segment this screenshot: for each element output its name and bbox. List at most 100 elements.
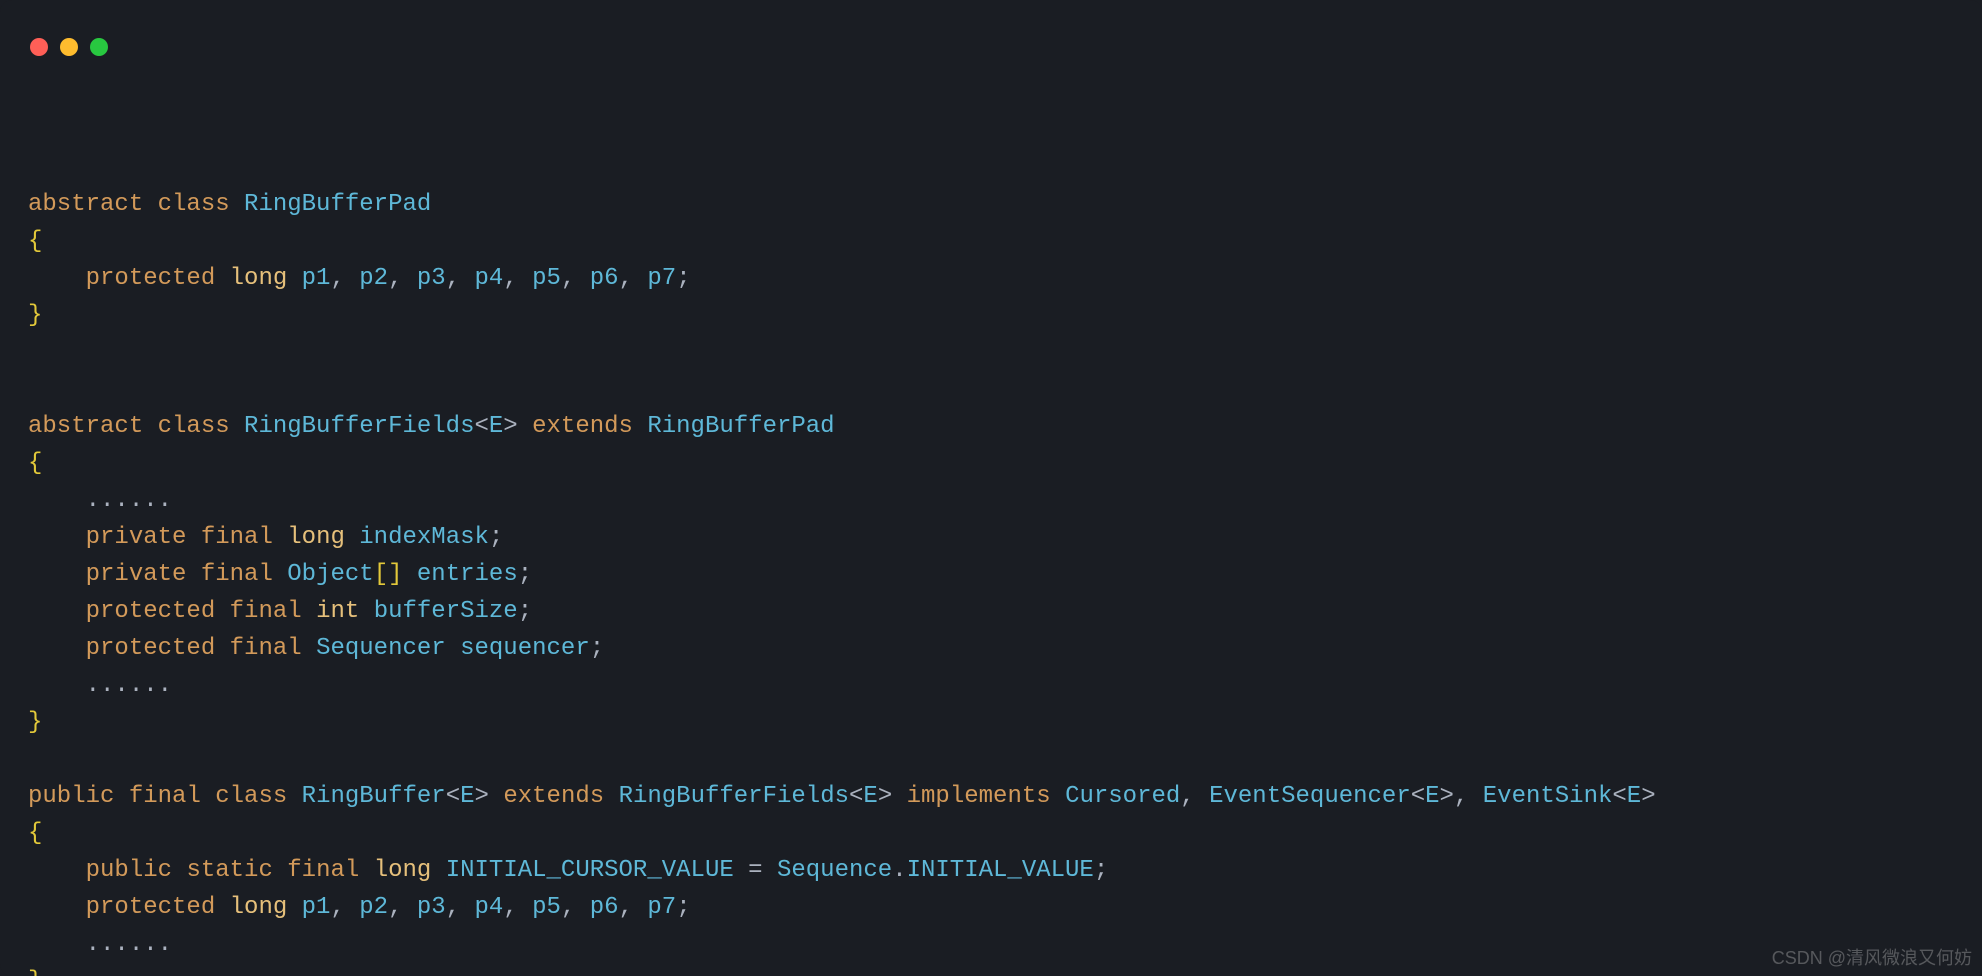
bracket-open: [ [374, 561, 388, 588]
code-line: private final Object[] entries; [28, 561, 532, 588]
maximize-icon[interactable] [90, 38, 108, 56]
code-line: protected final int bufferSize; [28, 598, 532, 625]
type-long: long [230, 894, 288, 921]
comma: , [330, 894, 344, 921]
code-line: private final long indexMask; [28, 524, 503, 551]
gt: > [1440, 783, 1454, 810]
generic-param: E [1425, 783, 1439, 810]
semicolon: ; [676, 894, 690, 921]
comma: , [561, 894, 575, 921]
var: p3 [417, 265, 446, 292]
code-line: protected final Sequencer sequencer; [28, 635, 604, 662]
kw-abstract: abstract [28, 413, 143, 440]
gt: > [878, 783, 892, 810]
lt: < [849, 783, 863, 810]
code-line: { [28, 450, 42, 477]
kw-private: private [86, 524, 187, 551]
var: indexMask [359, 524, 489, 551]
bracket-close: ] [388, 561, 402, 588]
lt: < [1612, 783, 1626, 810]
var: p3 [417, 894, 446, 921]
kw-class: class [215, 783, 287, 810]
kw-protected: protected [86, 635, 216, 662]
kw-private: private [86, 561, 187, 588]
comma: , [503, 894, 517, 921]
kw-final: final [230, 635, 302, 662]
class-name: RingBufferPad [647, 413, 834, 440]
minimize-icon[interactable] [60, 38, 78, 56]
kw-implements: implements [907, 783, 1051, 810]
type-int: int [316, 598, 359, 625]
kw-final: final [287, 857, 359, 884]
class-name: RingBufferPad [244, 191, 431, 218]
code-window: abstract class RingBufferPad { protected… [0, 0, 1982, 976]
type-long: long [374, 857, 432, 884]
ellipsis: ...... [86, 672, 172, 699]
code-editor[interactable]: abstract class RingBufferPad { protected… [0, 72, 1982, 976]
kw-extends: extends [532, 413, 633, 440]
kw-final: final [230, 598, 302, 625]
class-name: RingBufferFields [244, 413, 474, 440]
brace-close: } [28, 709, 42, 736]
code-line: abstract class RingBufferFields<E> exten… [28, 413, 835, 440]
comma: , [1454, 783, 1468, 810]
class-name: Sequencer [316, 635, 446, 662]
var: p6 [590, 894, 619, 921]
ellipsis: ...... [86, 931, 172, 958]
var: INITIAL_CURSOR_VALUE [446, 857, 734, 884]
assign-op: = [748, 857, 762, 884]
watermark: CSDN @清风微浪又何妨 [1772, 944, 1972, 970]
code-line: ...... [28, 931, 172, 958]
gt: > [503, 413, 517, 440]
var: p5 [532, 265, 561, 292]
code-line: } [28, 302, 42, 329]
class-name: EventSink [1483, 783, 1613, 810]
var: p4 [475, 894, 504, 921]
var: bufferSize [374, 598, 518, 625]
brace-close: } [28, 968, 42, 976]
semicolon: ; [518, 598, 532, 625]
var: p2 [359, 265, 388, 292]
close-icon[interactable] [30, 38, 48, 56]
comma: , [503, 265, 517, 292]
code-line: { [28, 820, 42, 847]
code-line: abstract class RingBufferPad [28, 191, 431, 218]
code-line: } [28, 709, 42, 736]
semicolon: ; [489, 524, 503, 551]
class-name: RingBuffer [302, 783, 446, 810]
kw-protected: protected [86, 894, 216, 921]
kw-static: static [186, 857, 272, 884]
var: p4 [475, 265, 504, 292]
gt: > [1641, 783, 1655, 810]
code-line: protected long p1, p2, p3, p4, p5, p6, p… [28, 894, 691, 921]
semicolon: ; [590, 635, 604, 662]
class-name: Object [287, 561, 373, 588]
generic-param: E [460, 783, 474, 810]
code-line: } [28, 968, 42, 976]
var: sequencer [460, 635, 590, 662]
class-name: RingBufferFields [619, 783, 849, 810]
comma: , [561, 265, 575, 292]
class-name: Cursored [1065, 783, 1180, 810]
code-line: public static final long INITIAL_CURSOR_… [28, 857, 1108, 884]
semicolon: ; [518, 561, 532, 588]
generic-param: E [489, 413, 503, 440]
var: p7 [647, 894, 676, 921]
code-line: public final class RingBuffer<E> extends… [28, 783, 1656, 810]
code-line: protected long p1, p2, p3, p4, p5, p6, p… [28, 265, 691, 292]
kw-class: class [158, 413, 230, 440]
var: entries [417, 561, 518, 588]
dot: . [892, 857, 906, 884]
kw-class: class [158, 191, 230, 218]
var: p1 [302, 894, 331, 921]
brace-close: } [28, 302, 42, 329]
window-titlebar [0, 0, 1982, 72]
kw-abstract: abstract [28, 191, 143, 218]
brace-open: { [28, 820, 42, 847]
type-long: long [287, 524, 345, 551]
generic-param: E [863, 783, 877, 810]
semicolon: ; [676, 265, 690, 292]
comma: , [1180, 783, 1194, 810]
var: p2 [359, 894, 388, 921]
ellipsis: ...... [86, 487, 172, 514]
